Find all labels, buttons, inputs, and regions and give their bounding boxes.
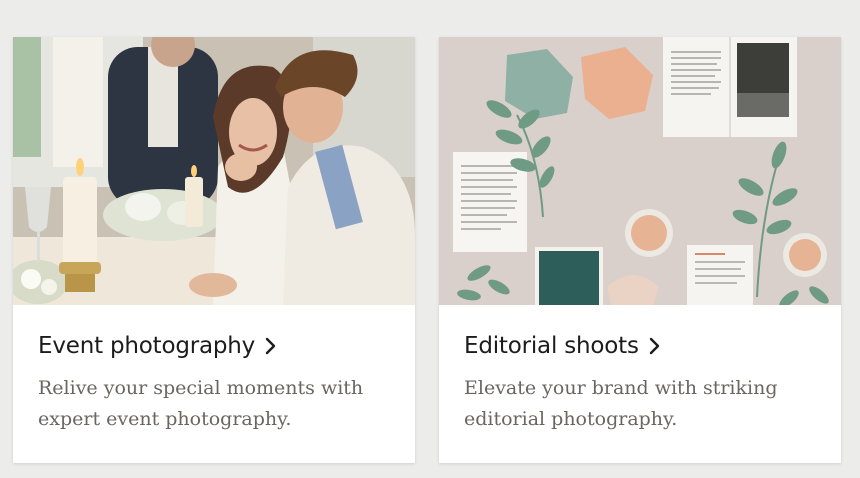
service-card-event-photography[interactable]: Event photography Relive your special mo… xyxy=(13,37,415,463)
chevron-right-icon xyxy=(263,336,279,356)
event-photo-illustration xyxy=(13,37,415,305)
editorial-photo-image[interactable] xyxy=(439,37,841,305)
service-cards: Event photography Relive your special mo… xyxy=(0,0,860,478)
service-card-editorial-shoots[interactable]: Editorial shoots Elevate your brand with… xyxy=(439,37,841,463)
card-title-text: Editorial shoots xyxy=(464,333,639,359)
card-title-link[interactable]: Event photography xyxy=(38,333,390,359)
event-photo-image[interactable] xyxy=(13,37,415,305)
card-description: Elevate your brand with striking editori… xyxy=(464,377,778,430)
card-title-text: Event photography xyxy=(38,333,256,359)
card-description: Relive your special moments with expert … xyxy=(38,377,364,430)
chevron-right-icon xyxy=(647,336,663,356)
editorial-flatlay-illustration xyxy=(439,37,841,305)
card-title-link[interactable]: Editorial shoots xyxy=(464,333,816,359)
